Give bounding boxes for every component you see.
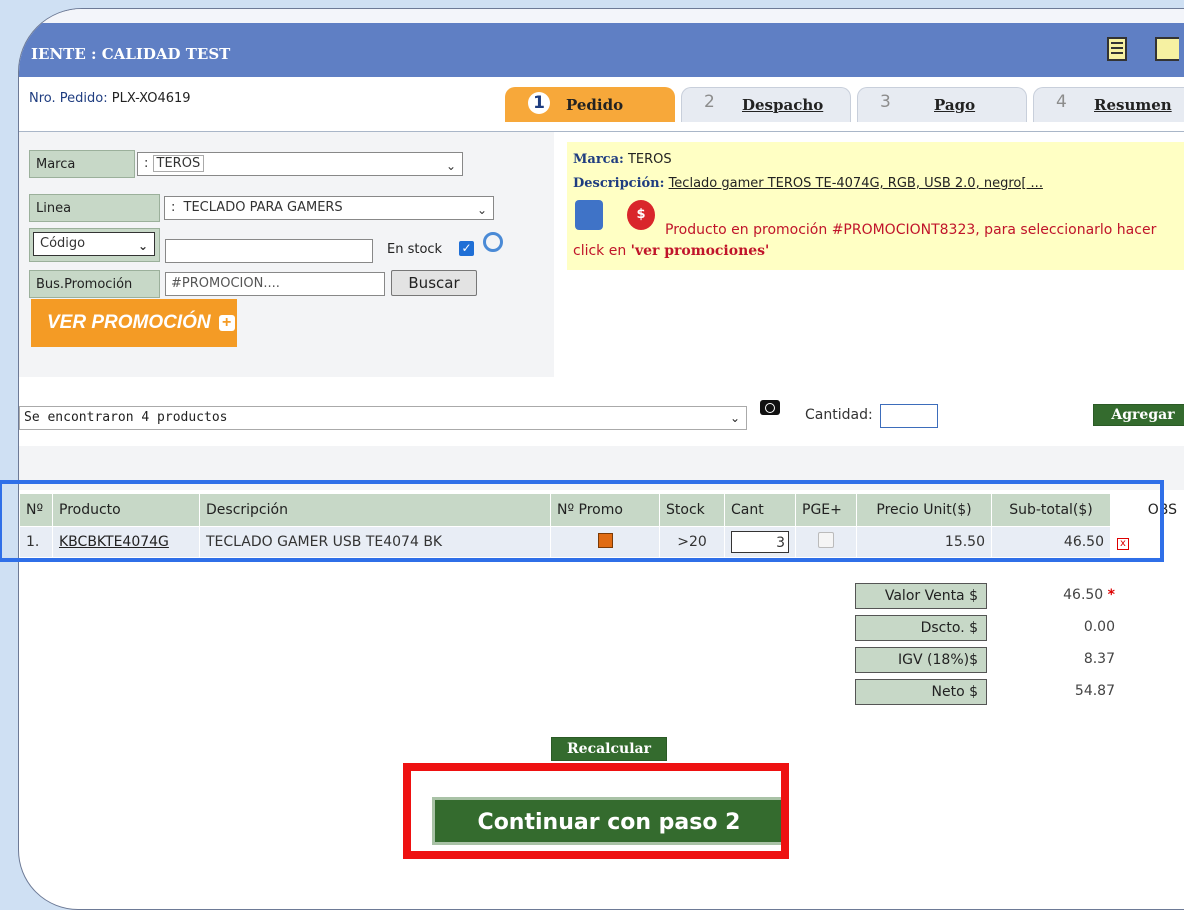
table-row: 1. KBCBKTE4074G TECLADO GAMER USB TE4074… (19, 526, 1184, 558)
client-title: IENTE : CALIDAD TEST (31, 45, 231, 63)
grid-spacer (19, 446, 1184, 490)
order-bar: Nro. Pedido: PLX-XO4619 1 Pedido 2 Despa… (19, 77, 1184, 132)
table-header-row: Nº Producto Descripción Nº Promo Stock C… (19, 493, 1184, 527)
chevron-down-icon: ⌄ (476, 203, 487, 217)
codigo-input[interactable] (165, 239, 373, 263)
order-number: Nro. Pedido: PLX-XO4619 (29, 91, 191, 106)
tab-pedido[interactable]: 1 Pedido (505, 87, 675, 122)
folder-icon[interactable] (1155, 37, 1179, 61)
chevron-down-icon: ⌄ (445, 159, 456, 173)
top-strip (19, 9, 1184, 23)
ver-promocion-button[interactable]: VER PROMOCIÓN + (31, 299, 237, 347)
tab-despacho[interactable]: 2 Despacho (681, 87, 851, 122)
marca-label: Marca (29, 150, 135, 178)
camera-icon[interactable] (760, 400, 780, 415)
pge-checkbox[interactable] (818, 532, 834, 548)
promotion-icon[interactable]: $ (627, 200, 655, 230)
stock-checkbox[interactable]: ✓ (459, 241, 474, 256)
delete-icon[interactable]: x (1117, 538, 1129, 550)
cantidad-input[interactable] (880, 404, 938, 428)
buscar-button[interactable]: Buscar (391, 270, 477, 296)
header-bar: IENTE : CALIDAD TEST (19, 23, 1184, 77)
items-table: Nº Producto Descripción Nº Promo Stock C… (19, 493, 1184, 558)
product-info-panel: Marca: TEROS Descripción: Teclado gamer … (567, 142, 1184, 270)
cantidad-label: Cantidad: (805, 407, 873, 423)
codigo-select-box: Código ⌄ (29, 228, 160, 262)
results-select[interactable]: Se encontraron 4 productos ⌄ (19, 406, 747, 430)
codigo-select[interactable]: Código ⌄ (33, 232, 155, 256)
tab-resumen[interactable]: 4 Resumen (1033, 87, 1184, 122)
agregar-button[interactable]: Agregar (1093, 404, 1184, 426)
linea-select[interactable]: : TECLADO PARA GAMERS ⌄ (164, 196, 494, 220)
chevron-down-icon: ⌄ (729, 411, 740, 425)
product-code-link[interactable]: KBCBKTE4074G (52, 526, 200, 558)
edit-icon[interactable] (575, 200, 603, 230)
search-icon[interactable] (483, 232, 503, 252)
continue-highlight (403, 763, 789, 859)
linea-label: Linea (29, 194, 160, 222)
cantidad-cell-input[interactable]: 3 (731, 531, 789, 553)
marca-select[interactable]: : TEROS ⌄ (137, 152, 463, 176)
promo-search-input[interactable]: #PROMOCION.... (165, 272, 385, 296)
plus-icon: + (218, 314, 235, 331)
promo-label: Bus.Promoción (29, 270, 160, 298)
chevron-down-icon: ⌄ (137, 239, 148, 253)
tab-pago[interactable]: 3 Pago (857, 87, 1027, 122)
promo-icon[interactable] (597, 532, 613, 548)
notes-icon[interactable] (1107, 37, 1127, 61)
recalcular-button[interactable]: Recalcular (551, 737, 667, 761)
stock-label: En stock (387, 242, 443, 257)
